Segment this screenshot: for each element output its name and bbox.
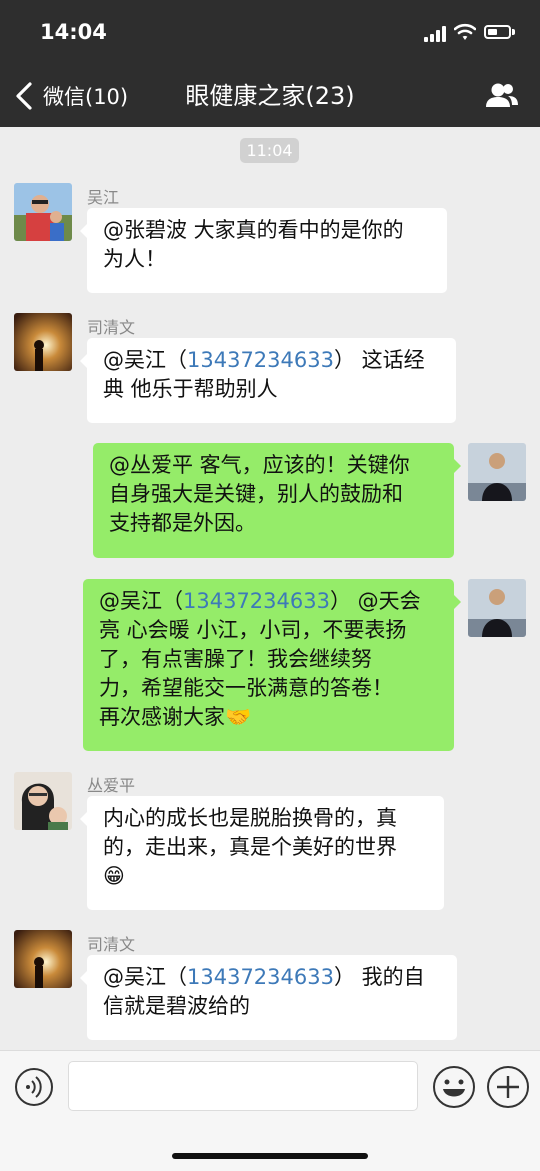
- message-bubble[interactable]: @吴江（13437234633） @天会 亮 心会暖 小江，小司，不要表扬 了，…: [83, 579, 461, 751]
- status-time: 14:04: [40, 20, 107, 44]
- home-indicator: [172, 1153, 368, 1159]
- chat-title: 眼健康之家(23): [185, 82, 355, 110]
- voice-icon[interactable]: [14, 1067, 54, 1107]
- wifi-icon: [454, 23, 476, 40]
- sender-name: 吴江: [87, 188, 120, 207]
- plus-icon[interactable]: [486, 1065, 530, 1109]
- emoji-icon[interactable]: [432, 1065, 476, 1109]
- phone-link[interactable]: 13437234633: [183, 589, 330, 613]
- battery-icon: [484, 25, 511, 39]
- phone-link[interactable]: 13437234633: [187, 348, 334, 372]
- sender-name: 司清文: [87, 935, 136, 954]
- message-bubble[interactable]: @张碧波 大家真的看中的是你的 为人！: [80, 208, 447, 293]
- message-bubble[interactable]: @丛爱平 客气，应该的！关键你 自身强大是关键，别人的鼓励和 支持都是外因。: [93, 443, 461, 558]
- avatar[interactable]: [14, 313, 72, 371]
- input-bar: [0, 1050, 540, 1171]
- sender-name: 丛爱平: [87, 776, 136, 795]
- avatar[interactable]: [468, 579, 526, 637]
- message-bubble[interactable]: @吴江（13437234633） 这话经 典 他乐于帮助别人: [80, 338, 456, 423]
- cellular-signal-icon: [424, 26, 448, 42]
- message-bubble[interactable]: 内心的成长也是脱胎换骨的，真 的，走出来，真是个美好的世界 😁: [80, 796, 444, 910]
- avatar[interactable]: [14, 183, 72, 241]
- group-members-icon[interactable]: [484, 80, 520, 112]
- sender-name: 司清文: [87, 318, 136, 337]
- phone-link[interactable]: 13437234633: [187, 965, 334, 989]
- time-divider: 11:04: [240, 138, 299, 163]
- avatar[interactable]: [14, 930, 72, 988]
- avatar[interactable]: [468, 443, 526, 501]
- message-input[interactable]: [68, 1061, 418, 1111]
- message-bubble[interactable]: @吴江（13437234633） 我的自 信就是碧波给的: [80, 955, 457, 1040]
- avatar[interactable]: [14, 772, 72, 830]
- chat-header: 14:04 微信(10) 眼健康之家(23): [0, 0, 540, 127]
